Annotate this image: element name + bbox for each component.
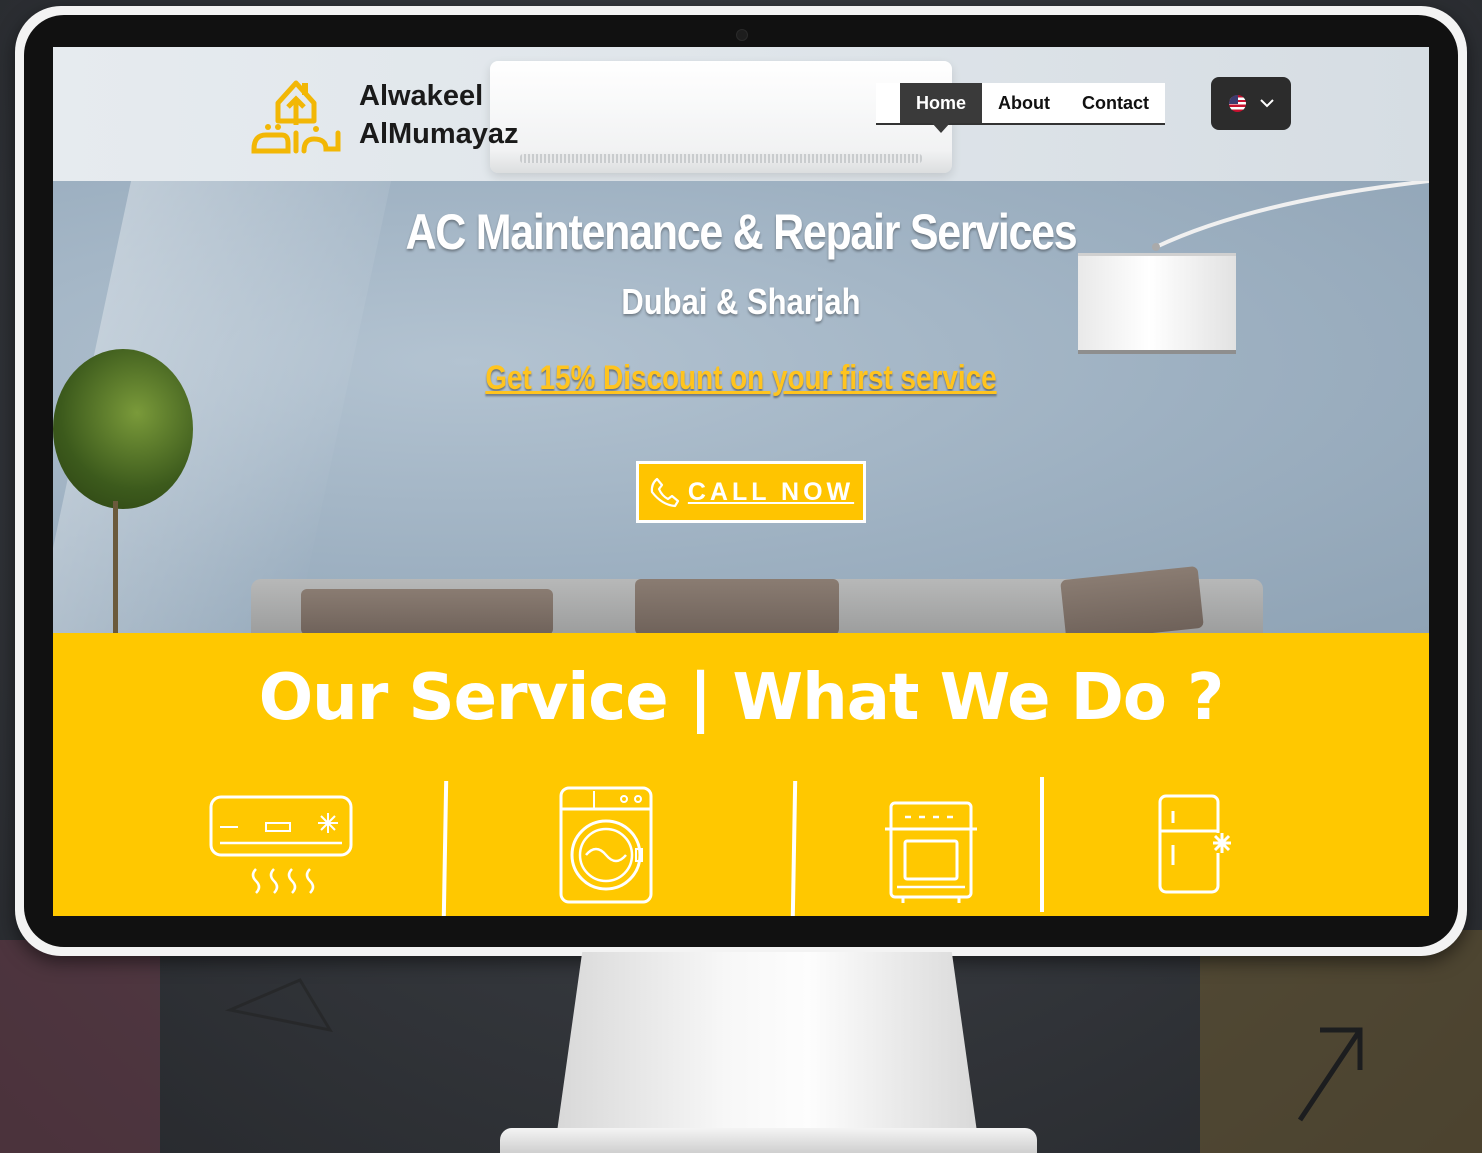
camera-icon bbox=[736, 29, 748, 41]
sofa-cushion-2 bbox=[635, 579, 839, 635]
refrigerator-icon[interactable] bbox=[1157, 793, 1233, 897]
discount-link[interactable]: Get 15% Discount on your first service bbox=[177, 359, 1305, 398]
service-divider-2 bbox=[790, 780, 798, 916]
sofa-cushion-1 bbox=[301, 589, 553, 635]
call-now-button[interactable]: CALL NOW bbox=[636, 461, 866, 523]
brand-line1: Alwakeel bbox=[359, 80, 484, 112]
hero-subtitle: Dubai & Sharjah bbox=[621, 281, 861, 322]
washing-machine-icon[interactable] bbox=[558, 785, 654, 905]
tree-foliage bbox=[53, 349, 193, 509]
language-selector[interactable] bbox=[1211, 77, 1291, 130]
brand-line2: AlMumayaz bbox=[359, 118, 519, 150]
brand-name[interactable]: Alwakeel AlMumayaz bbox=[359, 77, 519, 153]
nav-item-contact[interactable]: Contact bbox=[1066, 83, 1165, 123]
us-flag-icon bbox=[1228, 95, 1246, 112]
phone-icon bbox=[650, 477, 679, 508]
nav-item-about[interactable]: About bbox=[982, 83, 1066, 123]
chevron-down-icon bbox=[1259, 99, 1274, 108]
nav-item-home[interactable]: Home bbox=[900, 83, 983, 133]
main-nav: Home About Contact bbox=[876, 83, 1165, 133]
monitor-stand bbox=[557, 952, 977, 1132]
oven-icon[interactable] bbox=[883, 799, 979, 905]
call-now-label: CALL NOW bbox=[687, 477, 855, 506]
services-section: Our Service | What We Do ? bbox=[53, 633, 1429, 916]
site-header: Alwakeel AlMumayaz Home About Contact bbox=[53, 47, 1429, 181]
service-divider-1 bbox=[441, 780, 449, 916]
air-conditioner-icon[interactable] bbox=[208, 793, 354, 903]
website-screen: Alwakeel AlMumayaz Home About Contact AC… bbox=[53, 47, 1429, 916]
services-title: Our Service | What We Do ? bbox=[258, 661, 1225, 735]
hero-title: AC Maintenance & Repair Services bbox=[405, 204, 1078, 260]
ac-vent bbox=[520, 154, 922, 163]
house-logo-icon[interactable] bbox=[248, 69, 344, 161]
nav-spacer bbox=[876, 83, 900, 123]
service-divider-3 bbox=[1040, 777, 1044, 912]
hero-section: AC Maintenance & Repair Services Dubai &… bbox=[53, 181, 1429, 643]
monitor-base bbox=[500, 1128, 1037, 1153]
tree-trunk bbox=[113, 501, 118, 635]
